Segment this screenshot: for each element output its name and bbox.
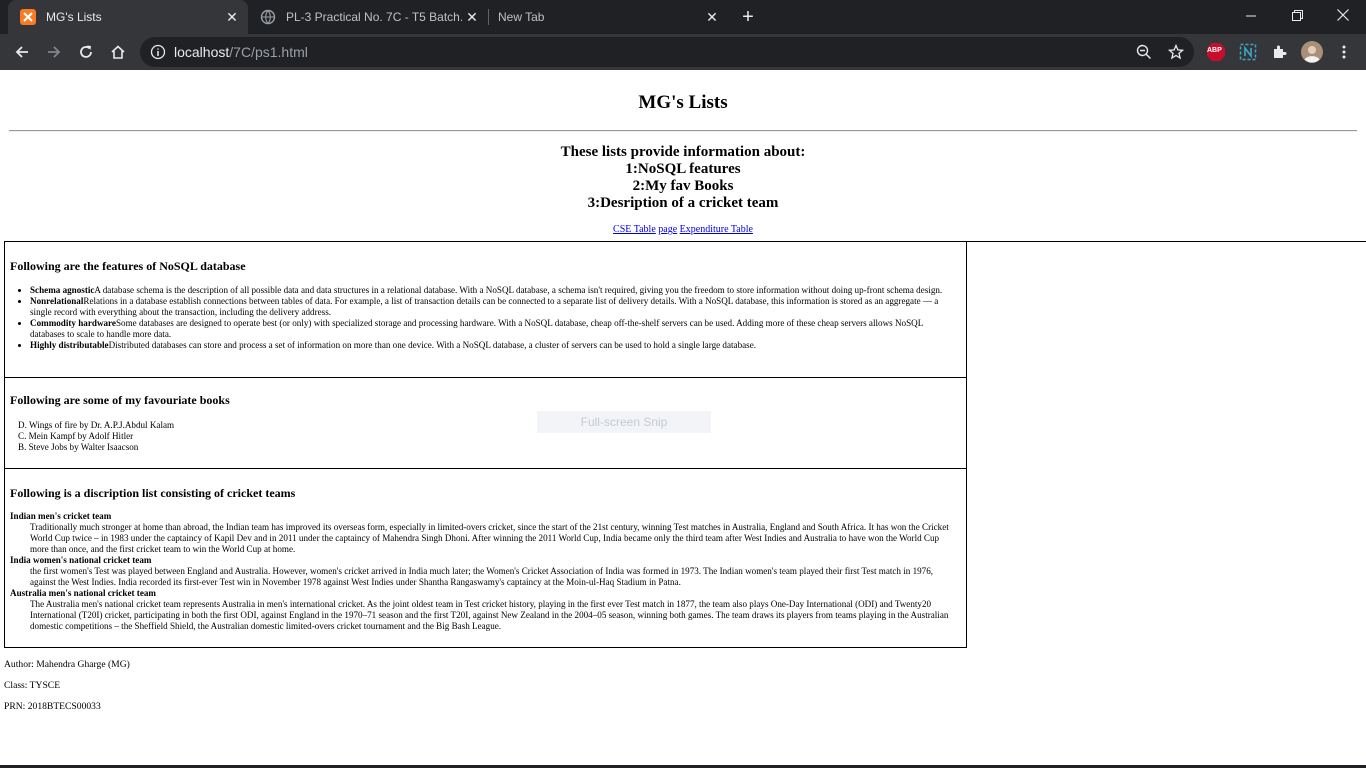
arrow-left-icon xyxy=(15,46,28,58)
team-description: The Australia men's national cricket tea… xyxy=(30,599,949,631)
list-item: C. Mein Kampf by Adolf Hitler xyxy=(18,431,174,442)
restore-icon xyxy=(1291,9,1303,21)
close-tab-icon[interactable]: ✕ xyxy=(462,7,482,27)
feature-text: Some databases are designed to operate b… xyxy=(30,318,923,339)
feature-term: Commodity hardware xyxy=(30,318,116,328)
books-list: D. Wings of fire by Dr. A.P.J.Abdul Kala… xyxy=(18,420,174,453)
browser-menu-button[interactable] xyxy=(1330,38,1358,66)
section-heading: Following is a discription list consisti… xyxy=(10,486,296,500)
tab-title: PL-3 Practical No. 7C - T5 Batch.pdf xyxy=(286,10,462,24)
abp-label: ABP xyxy=(1207,47,1222,54)
list-item: Schema agnosticA database schema is the … xyxy=(30,285,958,296)
star-icon[interactable] xyxy=(1168,44,1184,60)
section-heading: Following are the features of NoSQL data… xyxy=(10,259,246,273)
feature-term: Schema agnostic xyxy=(30,285,95,295)
browser-toolbar: localhost/7C/ps1.html ABP xyxy=(0,34,1366,70)
nav-links: CSE Table page Expenditure Table xyxy=(0,224,1366,235)
tab-strip: MG's Lists ✕ PL-3 Practical No. 7C - T5 … xyxy=(0,0,1366,34)
team-description: Traditionally much stronger at home than… xyxy=(30,522,949,554)
xampp-favicon-icon xyxy=(20,9,36,25)
reload-button[interactable] xyxy=(72,38,100,66)
tab-pdf[interactable]: PL-3 Practical No. 7C - T5 Batch.pdf ✕ xyxy=(248,0,488,34)
extensions-button[interactable] xyxy=(1266,38,1294,66)
list-item: Commodity hardwareSome databases are des… xyxy=(30,318,958,340)
close-window-button[interactable] xyxy=(1320,0,1366,30)
book-title: Wings of fire by Dr. A.P.J.Abdul Kalam xyxy=(28,420,175,430)
section-heading: Following are some of my favouriate book… xyxy=(10,393,230,407)
home-button[interactable] xyxy=(104,38,132,66)
intro-line: 2:My fav Books xyxy=(632,178,734,194)
intro-line: 3:Desription of a cricket team xyxy=(587,195,779,211)
list-marker: C. xyxy=(18,431,27,441)
feature-text: A database schema is the description of … xyxy=(94,285,943,295)
globe-icon xyxy=(260,9,276,25)
cricket-description-list: Indian men's cricket team Traditionally … xyxy=(10,511,960,632)
book-title: Steve Jobs by Walter Isaacson xyxy=(28,442,139,452)
n-extension-icon xyxy=(1239,43,1257,61)
intro-block: These lists provide information about: 1… xyxy=(0,144,1366,212)
cse-table-link[interactable]: CSE Table xyxy=(613,224,656,235)
list-item: D. Wings of fire by Dr. A.P.J.Abdul Kala… xyxy=(18,420,174,431)
page-link[interactable]: page xyxy=(658,224,677,235)
page-content: MG's Lists These lists provide informati… xyxy=(0,70,1366,768)
url-host: localhost xyxy=(174,44,230,60)
feature-text: Distributed databases can store and proc… xyxy=(108,340,757,350)
page-title: MG's Lists xyxy=(638,92,728,113)
arrow-right-icon xyxy=(48,46,61,58)
cricket-section: Following is a discription list consisti… xyxy=(4,468,967,648)
zoom-out-icon[interactable] xyxy=(1136,44,1152,60)
close-tab-icon[interactable]: ✕ xyxy=(222,7,242,27)
class-text: Class: TYSCE xyxy=(4,680,61,691)
minimize-icon xyxy=(1245,15,1256,16)
team-description: the first women's Test was played betwee… xyxy=(30,566,934,587)
puzzle-icon xyxy=(1274,45,1287,58)
tab-title: MG's Lists xyxy=(46,10,102,24)
team-name: India women's national cricket team xyxy=(10,555,152,565)
expenditure-table-link[interactable]: Expenditure Table xyxy=(680,224,753,235)
tab-new-tab[interactable]: New Tab ✕ xyxy=(488,0,728,34)
url-text[interactable]: localhost/7C/ps1.html xyxy=(174,44,308,60)
list-marker: D. xyxy=(18,420,27,430)
home-icon xyxy=(111,45,125,59)
list-item: NonrelationalRelations in a database est… xyxy=(30,296,958,318)
author-text: Author: Mahendra Gharge (MG) xyxy=(4,659,130,670)
feature-text: Relations in a database establish connec… xyxy=(30,296,939,317)
list-item: B. Steve Jobs by Walter Isaacson xyxy=(18,442,174,453)
back-button[interactable] xyxy=(8,38,36,66)
minimize-button[interactable] xyxy=(1228,0,1274,30)
list-marker: B. xyxy=(18,442,27,452)
adblock-extension-button[interactable]: ABP xyxy=(1202,38,1230,66)
books-section: Following are some of my favouriate book… xyxy=(4,377,967,469)
profile-button[interactable] xyxy=(1298,38,1326,66)
team-name: Indian men's cricket team xyxy=(10,511,112,521)
nosql-feature-list: Schema agnosticA database schema is the … xyxy=(30,285,958,351)
tab-mgs-lists[interactable]: MG's Lists ✕ xyxy=(8,0,248,34)
horizontal-rule xyxy=(9,130,1357,132)
prn-text: PRN: 2018BTECS00033 xyxy=(4,701,101,712)
snip-overlay: Full-screen Snip xyxy=(537,411,711,433)
intro-line: 1:NoSQL features xyxy=(625,161,741,177)
url-path: /7C/ps1.html xyxy=(229,44,308,60)
new-tab-button[interactable]: + xyxy=(736,5,760,29)
feature-term: Nonrelational xyxy=(30,296,84,306)
tab-title: New Tab xyxy=(498,10,545,24)
nosql-section: Following are the features of NoSQL data… xyxy=(4,241,967,378)
list-item: Highly distributableDistributed database… xyxy=(30,340,958,351)
reload-icon xyxy=(80,45,92,58)
kebab-menu-icon xyxy=(1342,45,1346,59)
close-tab-icon[interactable]: ✕ xyxy=(702,7,722,27)
address-bar[interactable]: localhost/7C/ps1.html xyxy=(140,37,1194,67)
n-extension-button[interactable] xyxy=(1234,38,1262,66)
close-icon xyxy=(1337,9,1349,21)
restore-button[interactable] xyxy=(1274,0,1320,30)
book-title: Mein Kampf by Adolf Hitler xyxy=(28,431,134,441)
forward-button[interactable] xyxy=(40,38,68,66)
feature-term: Highly distributable xyxy=(30,340,109,350)
intro-line: These lists provide information about: xyxy=(560,144,806,160)
info-icon[interactable] xyxy=(150,44,166,60)
divider xyxy=(966,241,1366,242)
team-name: Australia men's national cricket team xyxy=(10,588,156,598)
avatar xyxy=(1301,41,1323,63)
